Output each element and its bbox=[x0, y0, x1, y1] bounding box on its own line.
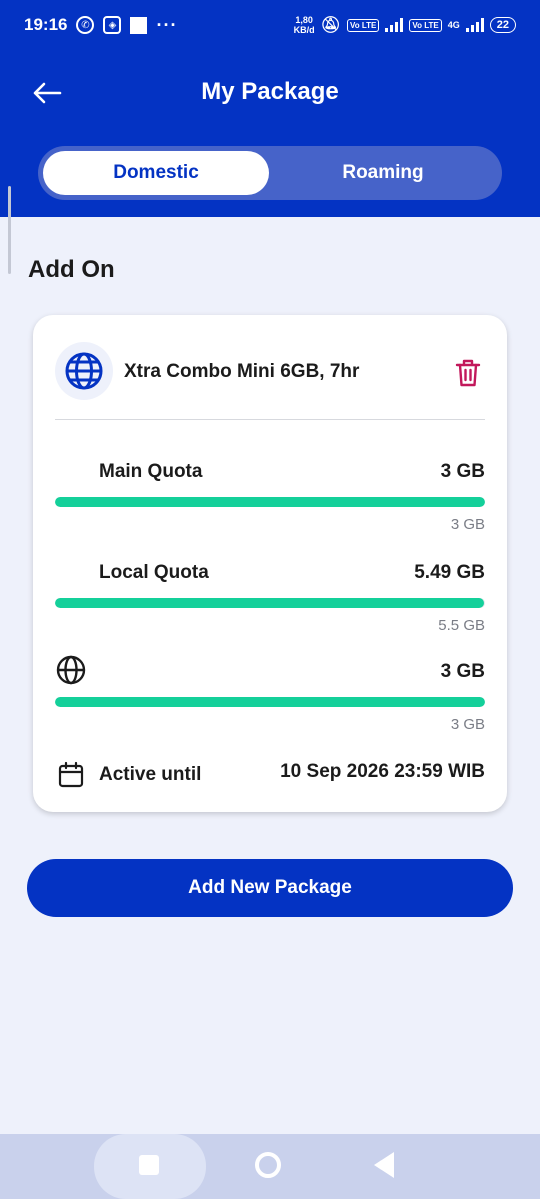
volte-badge-2: Vo LTE bbox=[409, 18, 442, 32]
quota-progress-international bbox=[55, 697, 485, 707]
signal-icon-2 bbox=[465, 18, 484, 32]
speed-unit: KB/d bbox=[293, 25, 315, 35]
quota-total-local: 5.5 GB bbox=[438, 617, 485, 634]
add-new-package-button[interactable]: Add New Package bbox=[27, 859, 513, 917]
quota-label-main: Main Quota bbox=[99, 461, 203, 482]
card-divider bbox=[55, 419, 485, 420]
arrow-left-icon bbox=[33, 82, 62, 104]
section-title: Add On bbox=[28, 256, 115, 283]
whatsapp-icon: ✆ bbox=[76, 16, 95, 34]
quota-progress-fill bbox=[55, 598, 485, 608]
quota-progress-local bbox=[55, 598, 485, 608]
network-type: 4G bbox=[447, 20, 460, 30]
calendar-icon bbox=[58, 761, 84, 788]
active-until-date: 10 Sep 2026 23:59 WIB bbox=[280, 761, 485, 782]
package-card: Xtra Combo Mini 6GB, 7hr Main Quota 3 GB… bbox=[33, 315, 507, 812]
quota-remaining-local: 5.49 GB bbox=[414, 562, 485, 583]
recents-button[interactable] bbox=[139, 1155, 159, 1175]
title-bar: My Package bbox=[0, 62, 540, 122]
app-header: 19:16 ✆ ◈ ··· 1,80 KB/d 🔕︎ Vo LTE Vo LTE… bbox=[0, 0, 540, 217]
back-nav-button[interactable] bbox=[374, 1152, 394, 1178]
quota-remaining-main: 3 GB bbox=[440, 461, 485, 482]
more-notifications-icon: ··· bbox=[156, 14, 178, 35]
trash-icon bbox=[455, 359, 481, 387]
quota-label-local: Local Quota bbox=[99, 562, 209, 583]
delete-package-button[interactable] bbox=[453, 357, 483, 389]
home-button[interactable] bbox=[255, 1152, 281, 1178]
tab-roaming[interactable]: Roaming bbox=[269, 151, 497, 195]
quota-total-main: 3 GB bbox=[450, 516, 485, 533]
mute-bell-icon: 🔕︎ bbox=[320, 17, 341, 34]
system-nav-bar bbox=[0, 1134, 540, 1199]
globe-icon bbox=[56, 655, 86, 685]
globe-icon bbox=[65, 352, 103, 390]
quota-progress-fill bbox=[55, 697, 485, 707]
active-until-label: Active until bbox=[99, 764, 202, 785]
image-notification-icon bbox=[130, 16, 148, 34]
package-name: Xtra Combo Mini 6GB, 7hr bbox=[124, 361, 360, 382]
quota-total-international: 3 GB bbox=[450, 716, 485, 733]
back-button[interactable] bbox=[30, 78, 64, 108]
status-bar: 19:16 ✆ ◈ ··· 1,80 KB/d 🔕︎ Vo LTE Vo LTE… bbox=[0, 0, 540, 50]
quota-remaining-international: 3 GB bbox=[440, 661, 485, 682]
battery-level: 22 bbox=[489, 17, 516, 33]
tab-domestic[interactable]: Domestic bbox=[43, 151, 269, 195]
app-notification-icon: ◈ bbox=[103, 16, 122, 34]
status-time: 19:16 bbox=[24, 15, 68, 34]
signal-icon-1 bbox=[385, 18, 404, 32]
scroll-indicator bbox=[8, 186, 11, 274]
quota-progress-fill bbox=[55, 497, 485, 507]
package-type-tabs: Domestic Roaming bbox=[38, 146, 502, 200]
speed-value: 1,80 bbox=[295, 15, 313, 25]
quota-progress-main bbox=[55, 497, 485, 507]
volte-badge-1: Vo LTE bbox=[346, 18, 380, 32]
package-icon-container bbox=[55, 342, 113, 400]
network-speed: 1,80 KB/d bbox=[294, 15, 315, 35]
page-title: My Package bbox=[201, 78, 339, 105]
